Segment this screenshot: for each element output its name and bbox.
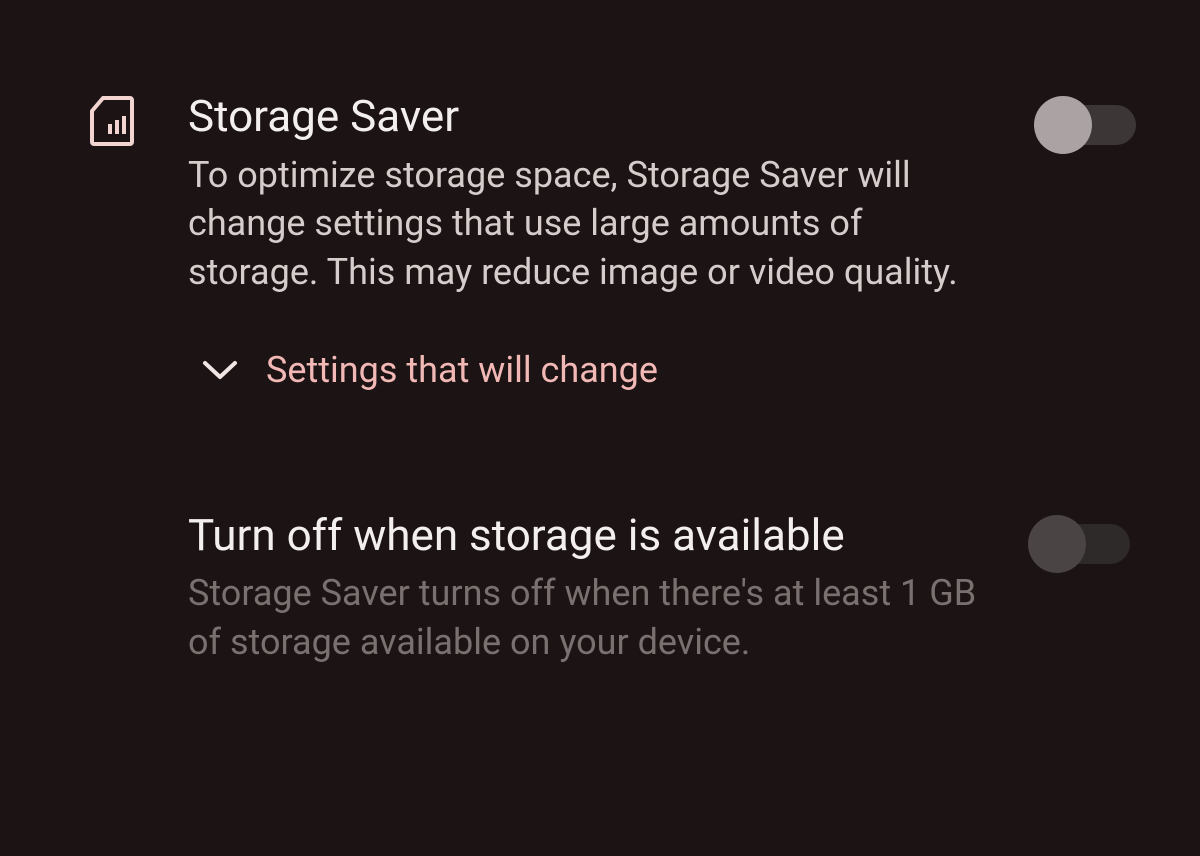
auto-off-description: Storage Saver turns off when there's at … bbox=[188, 569, 988, 666]
sd-card-icon bbox=[90, 90, 138, 150]
chevron-down-icon bbox=[202, 359, 238, 381]
settings-that-will-change-label: Settings that will change bbox=[266, 349, 658, 391]
storage-saver-toggle[interactable] bbox=[1034, 96, 1140, 154]
storage-saver-description: To optimize storage space, Storage Saver… bbox=[188, 151, 984, 297]
storage-saver-title: Storage Saver bbox=[188, 90, 984, 143]
settings-that-will-change-toggle[interactable]: Settings that will change bbox=[202, 349, 984, 391]
auto-off-setting: Turn off when storage is available Stora… bbox=[188, 509, 1140, 667]
storage-saver-setting: Storage Saver To optimize storage space,… bbox=[90, 90, 1140, 391]
auto-off-title: Turn off when storage is available bbox=[188, 509, 988, 562]
auto-off-toggle[interactable] bbox=[1028, 515, 1134, 573]
